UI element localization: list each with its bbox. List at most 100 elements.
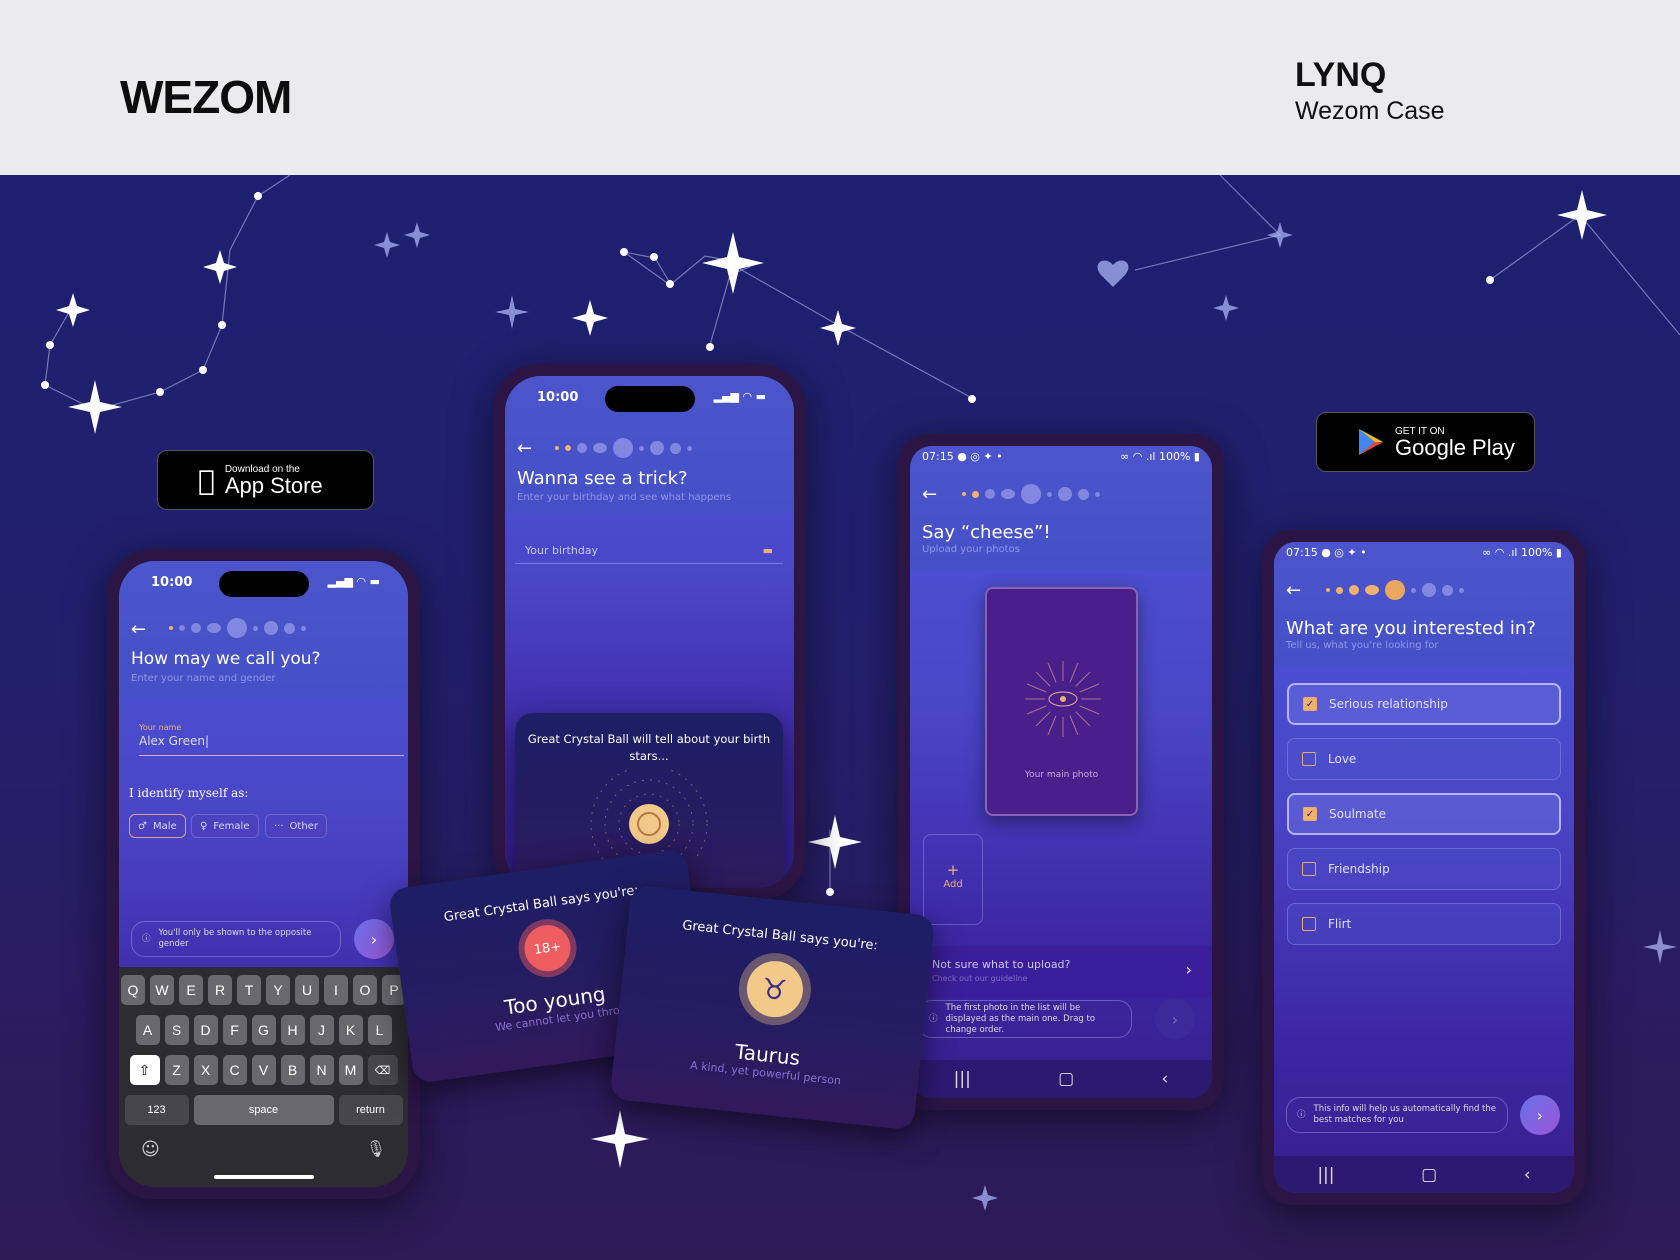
key-space[interactable]: space [193,1095,334,1125]
key-c[interactable]: C [222,1055,247,1085]
key-e[interactable]: E [179,975,203,1005]
key-m[interactable]: M [338,1055,363,1085]
crystal-ball-text: Great Crystal Ball will tell about your … [527,732,771,763]
phone-photos-screen: 07:15 ● ◎ ✦ • ∞ ◠ .ıl 100% ▮ ← Say “chee… [898,434,1224,1110]
key-o[interactable]: O [353,975,377,1005]
next-button-disabled[interactable]: › [1155,999,1195,1039]
key-w[interactable]: W [150,975,174,1005]
photos-screen: 07:15 ● ◎ ✦ • ∞ ◠ .ıl 100% ▮ ← Say “chee… [910,446,1212,1098]
backspace-key[interactable]: ⌫ [367,1055,398,1085]
phone-name-screen: 10:00 ▂▄▆ ◠ ▬ ← How may we call you? Ent… [107,549,420,1199]
star-icon [702,232,764,294]
key-h[interactable]: H [280,1015,305,1045]
checkbox-checked-icon[interactable]: ✓ [1303,807,1317,821]
play-icon [1359,429,1383,455]
shift-key[interactable]: ⇧ [129,1055,160,1085]
star-icon [808,815,862,869]
key-g[interactable]: G [251,1015,276,1045]
key-i[interactable]: I [324,975,348,1005]
next-button[interactable]: › [354,919,394,959]
interest-option[interactable]: Love [1287,738,1561,780]
main-photo-label: Your main photo [1024,770,1099,780]
home-icon[interactable]: ▢ [1421,1165,1437,1185]
google-play-badge[interactable]: GET IT ON Google Play [1316,412,1535,472]
key-v[interactable]: V [251,1055,276,1085]
gender-other[interactable]: ··· Other [265,814,327,838]
option-label: Love [1328,752,1357,766]
info-text: The first photo in the list will be disp… [945,1002,1096,1035]
main-photo-slot[interactable]: Your main photo [985,587,1138,816]
screen-title: Say “cheese”! [922,522,1051,543]
checkbox-checked-icon[interactable]: ✓ [1303,697,1317,711]
interest-option[interactable]: Flirt [1287,903,1561,945]
app-store-badge[interactable]:  Download on theApp Store [157,450,374,510]
recents-icon[interactable]: ||| [1317,1165,1334,1185]
key-k[interactable]: K [338,1015,363,1045]
identify-label: I identify myself as: [129,786,249,800]
key-t[interactable]: T [237,975,261,1005]
checkbox-icon[interactable] [1302,752,1316,766]
key-b[interactable]: B [280,1055,305,1085]
home-icon[interactable]: ▢ [1058,1069,1074,1089]
status-icons: ▂▄▆ ◠ ▬ [713,390,766,403]
progress-planets [962,484,1100,504]
key-y[interactable]: Y [266,975,290,1005]
eye-icon [1025,661,1101,737]
back-arrow-icon[interactable]: ← [1286,580,1301,601]
battery-level: 100% [1158,450,1191,463]
add-photo-button[interactable]: + Add [923,834,983,925]
key-j[interactable]: J [309,1015,334,1045]
interest-option[interactable]: ✓ Soulmate [1287,793,1561,835]
birthday-input[interactable]: Your birthday ▬ [515,534,783,564]
star-icon [820,310,856,346]
info-icon: ⓘ [1297,1109,1306,1120]
interest-option[interactable]: Friendship [1287,848,1561,890]
key-return[interactable]: return [338,1095,403,1125]
calendar-icon[interactable]: ▬ [763,544,773,557]
back-arrow-icon[interactable]: ← [131,619,146,640]
key-q[interactable]: Q [121,975,145,1005]
star-icon [572,300,608,336]
key-f[interactable]: F [222,1015,247,1045]
screen-title: What are you interested in? [1286,618,1536,639]
key-a[interactable]: A [135,1015,160,1045]
next-button[interactable]: › [1520,1095,1560,1135]
star-icon [1557,190,1607,240]
key-u[interactable]: U [295,975,319,1005]
recents-icon[interactable]: ||| [954,1069,971,1089]
back-icon[interactable]: ‹ [1162,1069,1169,1089]
screen-title: How may we call you? [131,649,321,669]
option-label: Flirt [1328,917,1352,931]
key-z[interactable]: Z [164,1055,189,1085]
back-arrow-icon[interactable]: ← [922,484,937,505]
star-icon [404,222,430,248]
key-l[interactable]: L [367,1015,392,1045]
key-n[interactable]: N [309,1055,334,1085]
back-arrow-icon[interactable]: ← [517,438,532,459]
name-input[interactable]: Alex Green| [139,734,404,756]
info-text: You'll only be shown to the opposite gen… [158,928,312,949]
key-s[interactable]: S [164,1015,189,1045]
key-d[interactable]: D [193,1015,218,1045]
emoji-icon[interactable]: ☺ [141,1139,160,1160]
birthday-screen: 10:00 ▂▄▆ ◠ ▬ ← Wanna see a trick? Enter… [505,376,794,888]
card-heading: Great Crystal Ball says you're: [681,918,879,954]
badge-large-text: App Store [208,472,323,498]
checkbox-icon[interactable] [1302,917,1316,931]
microphone-icon[interactable]: 🎙 [366,1139,386,1158]
gender-male[interactable]: ♂ Male [129,814,186,838]
star-icon [591,1110,649,1168]
key-r[interactable]: R [208,975,232,1005]
key-x[interactable]: X [193,1055,218,1085]
interest-option[interactable]: ✓ Serious relationship [1287,683,1561,725]
star-icon [56,293,90,327]
guideline-link[interactable]: Not sure what to upload? Check out our g… [910,946,1212,998]
key-numbers[interactable]: 123 [124,1095,189,1125]
option-label: Friendship [1328,862,1390,876]
screen-title: Wanna see a trick? [517,468,688,489]
gender-female[interactable]: ♀ Female [191,814,259,838]
checkbox-icon[interactable] [1302,862,1316,876]
male-icon: ♂ [138,820,147,832]
star-icon [1643,930,1677,964]
back-icon[interactable]: ‹ [1524,1165,1531,1185]
